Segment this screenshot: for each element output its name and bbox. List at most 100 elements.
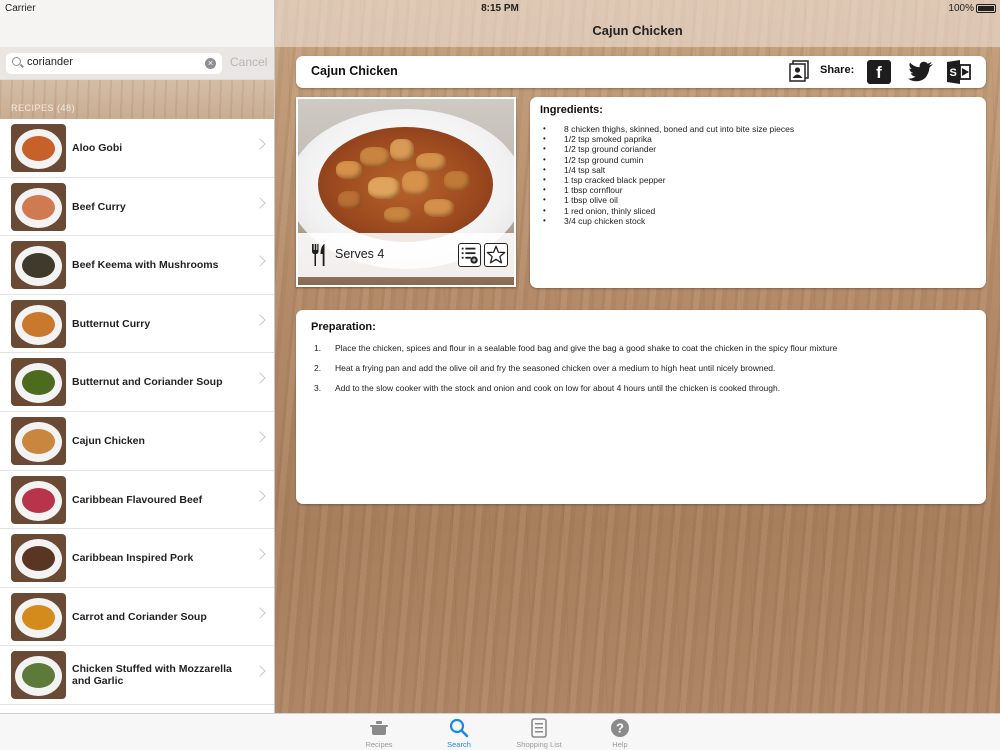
ingredients-list: 8 chicken thighs, skinned, boned and cut… [540, 124, 794, 226]
recipe-row[interactable]: Caribbean Flavoured Beef [0, 471, 274, 530]
ingredient-item: 8 chicken thighs, skinned, boned and cut… [540, 124, 794, 134]
add-to-list-icon[interactable] [458, 243, 481, 267]
ingredient-item: 1 tbsp olive oil [540, 195, 794, 205]
recipe-thumbnail [11, 358, 66, 407]
cutlery-icon [312, 244, 325, 266]
recipe-row[interactable]: Butternut Curry [0, 295, 274, 354]
search-query: coriander [27, 56, 73, 68]
recipe-name: Caribbean Inspired Pork [72, 552, 194, 565]
status-bar: Carrier 8:15 PM 100% [0, 0, 1000, 18]
preparation-step: 1. Place the chicken, spices and flour in… [311, 343, 837, 353]
recipe-photo: Serves 4 [296, 97, 516, 287]
svg-text:?: ? [616, 721, 624, 736]
recipe-row[interactable]: Cajun Chicken [0, 412, 274, 471]
tab-bar: Recipes Search Shopping List ? Help [0, 713, 1000, 750]
pot-icon [370, 721, 388, 735]
search-icon [449, 718, 469, 738]
recipe-list: Aloo Gobi Beef Curry Beef Keema with Mushr… [0, 119, 274, 705]
recipe-row[interactable]: Chicken Stuffed with Mozzarella and Garl… [0, 646, 274, 705]
recipe-title-card: Cajun Chicken Share: f S [296, 56, 986, 88]
ingredient-item: 1/4 tsp salt [540, 165, 794, 175]
sharepoint-icon[interactable]: S [946, 60, 972, 84]
recipe-name: Beef Keema with Mushrooms [72, 259, 219, 272]
chevron-right-icon [254, 196, 266, 209]
favourite-star-icon[interactable] [484, 243, 508, 267]
recipe-thumbnail [11, 592, 66, 641]
step-text: Place the chicken, spices and flour in a… [335, 343, 838, 353]
section-header-label: RECIPES (48) [11, 103, 76, 113]
tab-shopping-list[interactable]: Shopping List [504, 714, 574, 750]
chevron-right-icon [254, 607, 266, 619]
preparation-step: 3. Add to the slow cooker with the stock … [311, 383, 837, 393]
ingredient-item: 1/2 tsp smoked paprika [540, 134, 794, 144]
chevron-right-icon [254, 138, 266, 150]
svg-text:S: S [950, 67, 957, 79]
recipe-row[interactable]: Carrot and Coriander Soup [0, 588, 274, 647]
serves-bar: Serves 4 [298, 233, 514, 277]
recipe-name: Cajun Chicken [72, 434, 145, 447]
chevron-right-icon [254, 431, 266, 443]
clear-icon[interactable]: × [205, 58, 216, 69]
step-number: 2. [314, 363, 322, 373]
preparation-heading: Preparation: [311, 321, 376, 333]
battery-icon [976, 4, 996, 13]
battery-percent: 100% [948, 3, 974, 14]
chevron-right-icon [254, 665, 266, 678]
search-input[interactable]: coriander × [6, 53, 222, 74]
recipe-name: Beef Curry [72, 200, 126, 213]
ingredient-item: 1 tbsp cornflour [540, 185, 794, 195]
tab-help[interactable]: ? Help [585, 714, 655, 750]
ingredients-card: Ingredients: 8 chicken thighs, skinned, … [530, 97, 986, 288]
cancel-button[interactable]: Cancel [230, 55, 267, 69]
tab-recipes-label: Recipes [365, 740, 393, 749]
tab-search[interactable]: Search [424, 714, 494, 750]
chevron-right-icon [254, 314, 266, 326]
chevron-right-icon [254, 489, 266, 502]
ingredient-item: 3/4 cup chicken stock [540, 216, 794, 226]
recipe-list-panel: coriander × Cancel RECIPES (48) Aloo Gob… [0, 0, 275, 713]
ingredients-heading: Ingredients: [540, 104, 603, 116]
twitter-icon[interactable] [908, 61, 934, 83]
clock: 8:15 PM [481, 3, 519, 14]
chevron-right-icon [254, 548, 266, 560]
step-number: 1. [314, 343, 322, 353]
page-title: Cajun Chicken [592, 23, 683, 38]
recipe-name: Aloo Gobi [72, 142, 123, 154]
recipe-thumbnail [11, 651, 66, 700]
search-icon [12, 57, 21, 66]
serves-label: Serves 4 [335, 247, 385, 261]
recipe-thumbnail [11, 124, 66, 172]
facebook-icon[interactable]: f [867, 60, 891, 84]
recipe-row[interactable]: Butternut and Coriander Soup [0, 353, 274, 412]
tab-search-label: Search [447, 740, 471, 749]
recipe-thumbnail [11, 182, 66, 231]
recipe-row[interactable]: Caribbean Inspired Pork [0, 529, 274, 588]
preparation-step: 2. Heat a frying pan and add the olive oi… [311, 363, 837, 373]
search-bar: coriander × Cancel [0, 47, 274, 80]
ingredient-item: 1 tsp cracked black pepper [540, 175, 794, 185]
recipe-thumbnail [11, 299, 66, 348]
step-number: 3. [314, 383, 322, 393]
tab-help-label: Help [612, 740, 628, 749]
recipe-name: Chicken Stuffed with Mozzarella and Garl… [72, 663, 232, 688]
recipe-name: Butternut Curry [72, 317, 151, 330]
recipe-row[interactable]: Aloo Gobi [0, 119, 274, 178]
tab-recipes[interactable]: Recipes [344, 714, 414, 750]
list-icon [531, 718, 547, 738]
recipe-thumbnail [11, 534, 66, 583]
recipe-row[interactable]: Beef Curry [0, 178, 274, 237]
preparation-card: Preparation: 1. Place the chicken, spices… [296, 310, 986, 504]
ingredient-item: 1 red onion, thinly sliced [540, 206, 794, 216]
chevron-right-icon [254, 255, 266, 267]
step-text: Heat a frying pan and add the olive oil … [335, 363, 776, 373]
recipe-row[interactable]: Beef Keema with Mushrooms [0, 236, 274, 295]
chevron-right-icon [254, 372, 266, 385]
recipe-name: Caribbean Flavoured Beef [72, 493, 203, 506]
tab-shopping-list-label: Shopping List [516, 740, 562, 749]
section-header: RECIPES (48) [0, 80, 274, 119]
recipe-card-icon[interactable] [788, 60, 810, 82]
ingredient-item: 1/2 tsp ground coriander [540, 144, 794, 154]
share-label: Share: [820, 64, 855, 76]
recipe-title: Cajun Chicken [311, 64, 398, 78]
recipe-thumbnail [11, 241, 66, 290]
